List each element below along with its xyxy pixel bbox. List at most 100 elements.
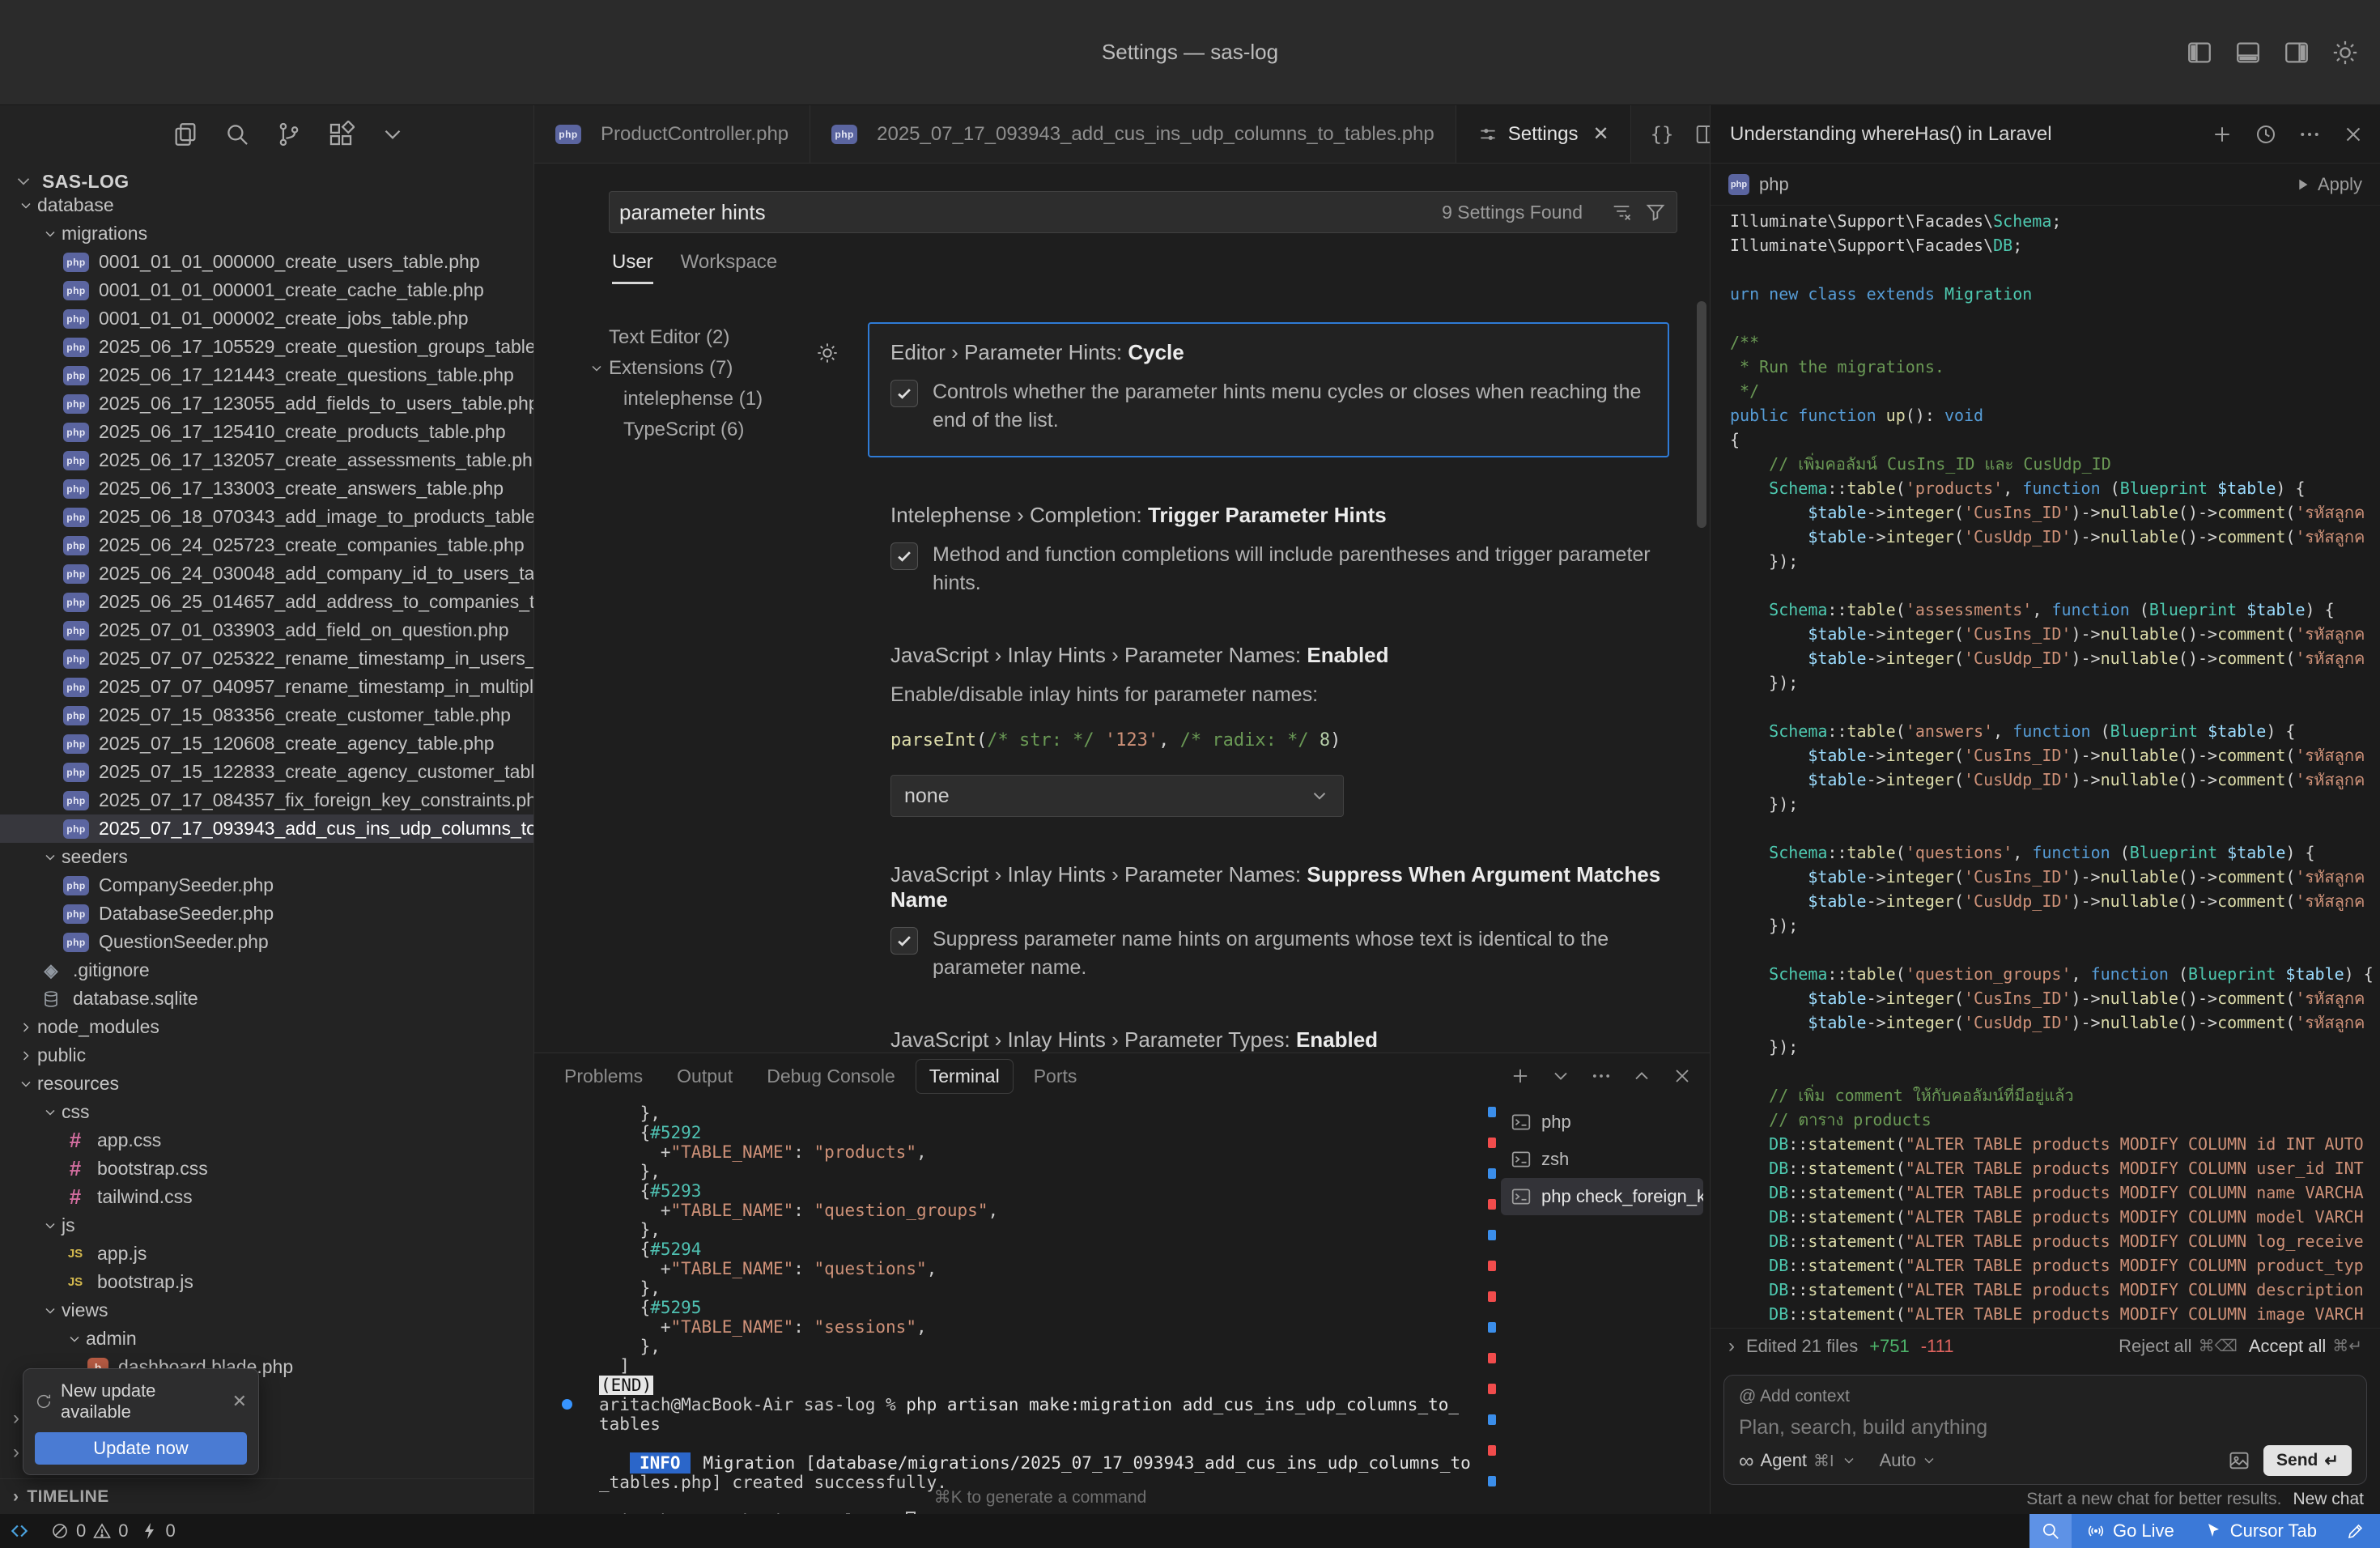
tree-file[interactable]: php2025_06_17_123055_add_fields_to_users… (0, 389, 533, 418)
tree-folder[interactable]: public (0, 1041, 533, 1070)
tree-folder[interactable]: migrations (0, 219, 533, 248)
plus-icon[interactable] (2210, 122, 2234, 147)
toc-item[interactable]: Extensions (7) (534, 353, 818, 384)
cursor-tab-button[interactable]: Cursor Tab (2189, 1514, 2331, 1548)
source-control-icon[interactable] (275, 121, 303, 148)
tree-file[interactable]: php2025_07_01_033903_add_field_on_questi… (0, 616, 533, 644)
copy-files-icon[interactable] (172, 121, 199, 148)
tab-user-settings[interactable]: User (612, 251, 653, 284)
filter-icon[interactable] (1644, 201, 1667, 223)
setting-dropdown[interactable]: none (890, 775, 1344, 817)
tab-migration-file[interactable]: php 2025_07_17_093943_add_cus_ins_udp_co… (810, 105, 1456, 163)
chat-input-box[interactable]: @ Add context Plan, search, build anythi… (1723, 1375, 2367, 1485)
add-context-button[interactable]: @ Add context (1739, 1387, 2352, 1406)
tree-file[interactable]: php2025_06_17_121443_create_questions_ta… (0, 361, 533, 389)
tree-file[interactable]: php2025_06_24_030048_add_company_id_to_u… (0, 559, 533, 588)
tree-folder[interactable]: js (0, 1211, 533, 1240)
layout-panel-icon[interactable] (2234, 39, 2262, 66)
tree-file[interactable]: php2025_06_25_014657_add_address_to_comp… (0, 588, 533, 616)
close-icon[interactable] (2341, 122, 2365, 147)
toc-item[interactable]: TypeScript (6) (534, 415, 818, 445)
checkbox[interactable] (890, 927, 918, 955)
tree-file[interactable]: php2025_06_18_070343_add_image_to_produc… (0, 503, 533, 531)
tree-file[interactable]: php2025_06_17_105529_create_question_gro… (0, 333, 533, 361)
tree-file[interactable]: php0001_01_01_000002_create_jobs_table.p… (0, 304, 533, 333)
chevron-right-icon[interactable]: › (1728, 1335, 1735, 1358)
tree-file[interactable]: php2025_07_15_083356_create_customer_tab… (0, 701, 533, 729)
chevron-down-icon[interactable] (1549, 1065, 1572, 1087)
tree-file[interactable]: #app.css (0, 1126, 533, 1155)
close-icon[interactable]: ✕ (1592, 122, 1609, 146)
tree-file[interactable]: php2025_06_17_132057_create_assessments_… (0, 446, 533, 474)
terminal-list-item[interactable]: zsh (1501, 1141, 1703, 1178)
tree-file[interactable]: php2025_07_15_120608_create_agency_table… (0, 729, 533, 758)
tree-folder[interactable]: node_modules (0, 1013, 533, 1041)
tree-folder[interactable]: database (0, 191, 533, 219)
tree-file[interactable]: php0001_01_01_000001_create_cache_table.… (0, 276, 533, 304)
terminal-list-item[interactable]: php check_foreign_keys... (1501, 1178, 1703, 1215)
tree-file[interactable]: phpQuestionSeeder.php (0, 928, 533, 956)
tree-folder[interactable]: resources (0, 1070, 533, 1098)
layout-sidebar-right-icon[interactable] (2283, 39, 2310, 66)
ports-status[interactable]: 0 (140, 1520, 176, 1542)
settings-search-input[interactable] (619, 200, 1442, 225)
plus-icon[interactable] (1509, 1065, 1532, 1087)
more-actions-icon[interactable] (2297, 122, 2322, 147)
tab-ports[interactable]: Ports (1020, 1059, 1091, 1094)
new-chat-link[interactable]: New chat (2293, 1490, 2364, 1509)
terminal-list-item[interactable]: php (1501, 1104, 1703, 1141)
tree-file[interactable]: php2025_07_07_040957_rename_timestamp_in… (0, 673, 533, 701)
tree-file[interactable]: php2025_07_17_084357_fix_foreign_key_con… (0, 786, 533, 814)
tab-terminal[interactable]: Terminal (916, 1059, 1014, 1094)
gear-icon[interactable] (2331, 39, 2359, 66)
tree-file[interactable]: phpCompanySeeder.php (0, 871, 533, 899)
tree-file[interactable]: php2025_06_24_025723_create_companies_ta… (0, 531, 533, 559)
layout-sidebar-left-icon[interactable] (2186, 39, 2213, 66)
tree-file[interactable]: php2025_07_17_093943_add_cus_ins_udp_col… (0, 814, 533, 843)
tree-file[interactable]: #tailwind.css (0, 1183, 533, 1211)
tab-productcontroller[interactable]: php ProductController.php (534, 105, 810, 163)
tree-file[interactable]: php2025_07_15_122833_create_agency_custo… (0, 758, 533, 786)
tab-workspace-settings[interactable]: Workspace (681, 251, 778, 284)
tree-file[interactable]: php0001_01_01_000000_create_users_table.… (0, 248, 533, 276)
go-live-button[interactable]: Go Live (2072, 1514, 2189, 1548)
tree-folder[interactable]: admin (0, 1325, 533, 1353)
history-icon[interactable] (2254, 122, 2278, 147)
tree-file[interactable]: php2025_06_17_133003_create_answers_tabl… (0, 474, 533, 503)
agent-mode-selector[interactable]: ∞ Agent ⌘I (1739, 1448, 1857, 1474)
update-now-button[interactable]: Update now (35, 1432, 247, 1465)
tree-file[interactable]: phpDatabaseSeeder.php (0, 899, 533, 928)
send-button[interactable]: Send ↵ (2263, 1445, 2352, 1476)
tab-settings[interactable]: Settings ✕ (1456, 105, 1631, 163)
collapsed-section-chevron-icon[interactable]: › (13, 1407, 19, 1430)
timeline-section-header[interactable]: › TIMELINE (0, 1478, 533, 1514)
tree-folder[interactable]: views (0, 1296, 533, 1325)
tree-file[interactable]: JSbootstrap.js (0, 1268, 533, 1296)
remote-icon[interactable] (0, 1514, 39, 1548)
clear-filter-icon[interactable] (1610, 201, 1633, 223)
chat-input-placeholder[interactable]: Plan, search, build anything (1739, 1416, 2352, 1440)
tree-file[interactable]: ◈.gitignore (0, 956, 533, 985)
extensions-icon[interactable] (327, 121, 355, 148)
tab-debug-console[interactable]: Debug Console (753, 1059, 909, 1094)
gear-icon[interactable] (818, 342, 839, 364)
checkbox[interactable] (890, 542, 918, 570)
tree-folder[interactable]: css (0, 1098, 533, 1126)
terminal-output[interactable]: }, {#5292 +"TABLE_NAME": "products", }, … (534, 1104, 1481, 1514)
apply-button[interactable]: Apply (2293, 174, 2362, 195)
tree-file[interactable]: #bootstrap.css (0, 1155, 533, 1183)
pencil-icon[interactable] (2331, 1514, 2380, 1548)
problems-status[interactable]: 0 0 (50, 1520, 129, 1542)
magnifier-icon[interactable] (2029, 1514, 2072, 1548)
checkbox[interactable] (890, 380, 918, 407)
search-icon[interactable] (223, 121, 251, 148)
tree-file[interactable]: php2025_06_17_125410_create_products_tab… (0, 418, 533, 446)
model-selector[interactable]: Auto (1880, 1450, 1937, 1471)
chevron-down-icon[interactable] (379, 121, 406, 148)
chat-code-block[interactable]: Illuminate\Support\Facades\Schema;Illumi… (1711, 206, 2380, 1328)
close-icon[interactable] (1671, 1065, 1694, 1087)
toc-item[interactable]: Text Editor (2) (534, 322, 818, 353)
chevron-up-icon[interactable] (1630, 1065, 1653, 1087)
scrollbar-thumb[interactable] (1697, 301, 1706, 528)
tree-file[interactable]: JSapp.js (0, 1240, 533, 1268)
